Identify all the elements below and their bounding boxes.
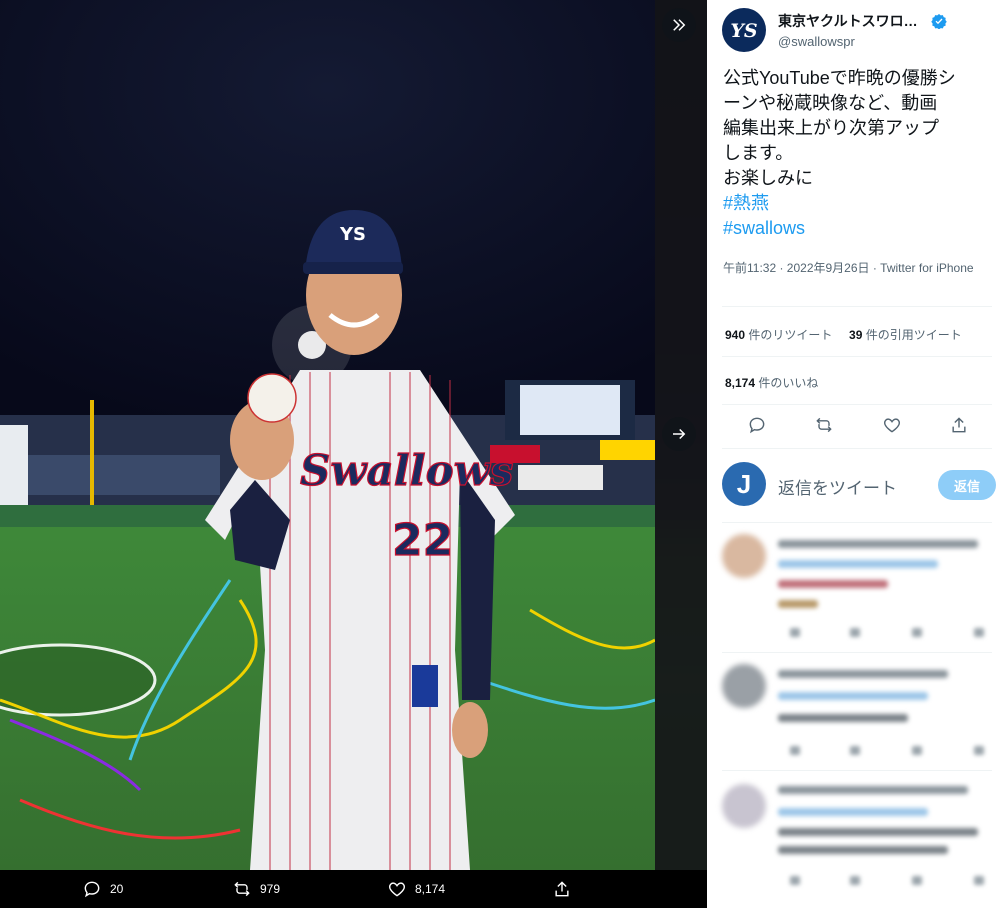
likes-stat[interactable]: 8,174 件のいいね bbox=[725, 374, 818, 391]
background-timeline-dimmed bbox=[655, 0, 707, 908]
tweet-text: 公式YouTubeで昨晩の優勝シ ーンや秘蔵映像など、動画 編集出来上がり次第ア… bbox=[723, 66, 995, 241]
media-viewer: Swallows 22 YS 20 979 8,174 bbox=[0, 0, 707, 908]
reply-input[interactable]: 返信をツイート bbox=[778, 474, 897, 499]
media-retweet-button[interactable]: 979 bbox=[232, 879, 280, 899]
avatar bbox=[722, 784, 766, 828]
reply-submit-button[interactable]: 返信 bbox=[938, 470, 996, 500]
reply-count: 20 bbox=[110, 882, 124, 896]
avatar bbox=[722, 664, 766, 708]
tweet-text-line: します。 bbox=[723, 143, 794, 163]
heart-icon[interactable] bbox=[882, 415, 902, 435]
avatar[interactable]: J bbox=[722, 462, 766, 506]
double-chevron-right-icon bbox=[673, 19, 686, 31]
expand-panel-button[interactable] bbox=[662, 8, 696, 42]
user-name-block[interactable]: 東京ヤクルトスワロー... @swallowspr bbox=[778, 11, 988, 49]
avatar bbox=[722, 534, 766, 578]
reply-item-blurred[interactable] bbox=[722, 776, 994, 896]
tweet-timestamp[interactable]: 午前11:32 · 2022年9月26日 · Twitter for iPhon… bbox=[723, 259, 991, 277]
retweet-count: 979 bbox=[260, 882, 281, 896]
share-icon bbox=[555, 881, 569, 897]
svg-text:YS: YS bbox=[730, 20, 757, 42]
photo: Swallows 22 YS bbox=[0, 0, 655, 870]
divider bbox=[722, 522, 992, 523]
reply-item-blurred[interactable] bbox=[722, 656, 994, 776]
svg-text:YS: YS bbox=[339, 224, 366, 245]
quotes-stat[interactable]: 39 件の引用ツイート bbox=[849, 328, 962, 342]
divider bbox=[722, 404, 992, 405]
hashtag-link[interactable]: #熱燕 bbox=[723, 191, 995, 216]
tweet-panel: YS 東京ヤクルトスワロー... @swallowspr 公式YouTubeで昨… bbox=[707, 0, 1001, 908]
divider bbox=[722, 770, 992, 771]
display-name: 東京ヤクルトスワロー... bbox=[778, 13, 928, 29]
divider bbox=[722, 356, 992, 357]
verified-badge-icon bbox=[931, 14, 947, 29]
tweet-text-line: 編集出来上がり次第アップ bbox=[723, 118, 939, 138]
divider bbox=[722, 448, 992, 449]
display-name-row: 東京ヤクルトスワロー... bbox=[778, 11, 988, 31]
retweet-icon[interactable] bbox=[814, 415, 834, 435]
divider bbox=[722, 652, 992, 653]
retweets-stat[interactable]: 940 件のリツイート bbox=[725, 328, 832, 342]
avatar[interactable]: YS bbox=[722, 8, 766, 52]
tweet-text-line: お楽しみに bbox=[723, 168, 813, 188]
user-handle: @swallowspr bbox=[778, 34, 855, 49]
like-count: 8,174 bbox=[415, 882, 446, 896]
divider bbox=[722, 306, 992, 307]
share-icon[interactable] bbox=[949, 415, 969, 435]
media-like-button[interactable]: 8,174 bbox=[387, 879, 445, 899]
media-action-bar: 20 979 8,174 bbox=[0, 870, 707, 908]
hashtag-link[interactable]: #swallows bbox=[723, 216, 995, 241]
tweet-text-line: ーンや秘蔵映像など、動画 bbox=[723, 93, 938, 113]
retweet-quote-stats: 940 件のリツイート 39 件の引用ツイート bbox=[725, 326, 962, 343]
reply-composer: J 返信をツイート 返信 bbox=[722, 462, 996, 508]
svg-text:Swallows: Swallows bbox=[300, 446, 513, 495]
heart-icon bbox=[389, 882, 405, 897]
media-reply-button[interactable]: 20 bbox=[82, 879, 123, 899]
reply-icon[interactable] bbox=[747, 415, 767, 435]
tweet-text-line: 公式YouTubeで昨晩の優勝シ bbox=[723, 68, 956, 88]
tweet-header: YS 東京ヤクルトスワロー... @swallowspr bbox=[722, 8, 992, 52]
reply-item-blurred[interactable] bbox=[722, 526, 994, 646]
reply-icon bbox=[84, 881, 100, 898]
next-image-button[interactable] bbox=[662, 417, 696, 451]
swallows-logo-icon: YS bbox=[730, 20, 757, 42]
arrow-right-icon bbox=[673, 428, 686, 440]
svg-text:22: 22 bbox=[392, 515, 453, 566]
media-share-button[interactable] bbox=[552, 879, 572, 899]
retweet-icon bbox=[234, 881, 250, 897]
tweet-action-bar bbox=[722, 410, 992, 440]
